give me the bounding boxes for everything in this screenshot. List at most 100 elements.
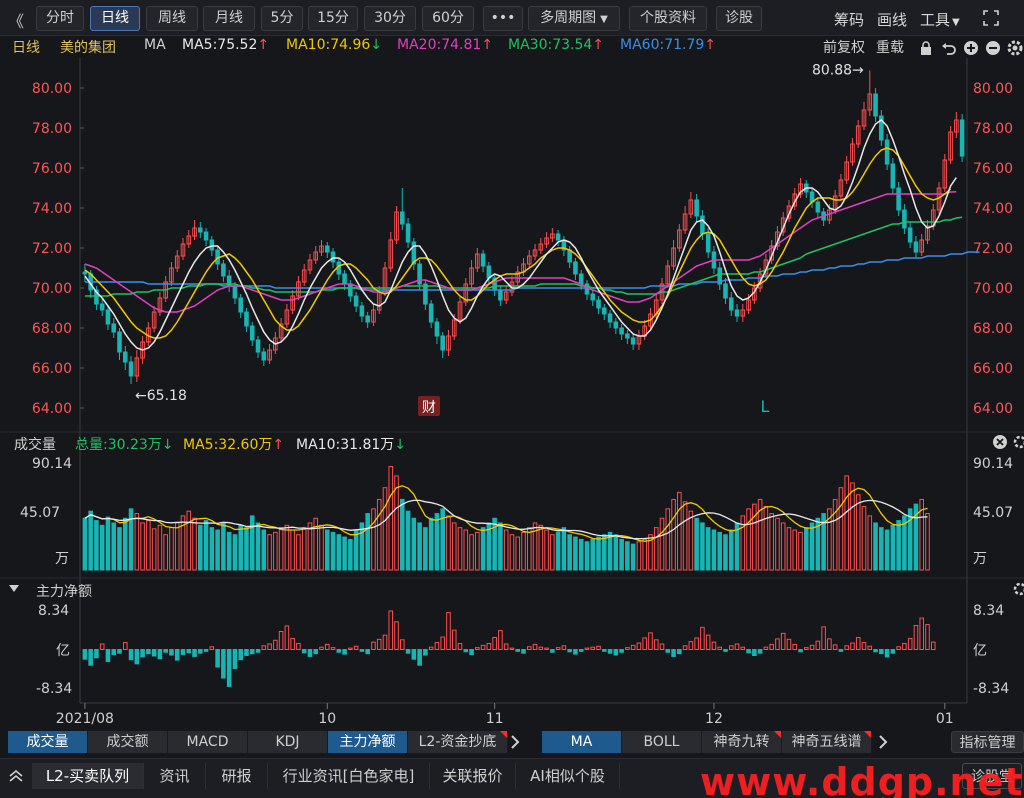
- volume-bar: [88, 510, 93, 571]
- multi-period-dropdown[interactable]: 多周期图 ▼: [528, 6, 620, 31]
- flow-bar: [879, 649, 884, 655]
- indicator-tab-main-flow[interactable]: 主力净额: [328, 731, 408, 753]
- volume-bar: [879, 527, 884, 571]
- period-tab-30min[interactable]: 30分: [364, 6, 416, 31]
- bottom-tab-news[interactable]: 资讯: [144, 763, 206, 789]
- volume-bar: [596, 536, 601, 571]
- bottom-tab-related-quotes[interactable]: 关联报价: [430, 763, 516, 789]
- arrow-up-icon: ↑: [592, 37, 605, 53]
- flow-bar: [526, 646, 532, 651]
- chips-button[interactable]: 筹码: [834, 9, 864, 30]
- settings-icon[interactable]: [1007, 40, 1023, 56]
- indicator-tab-l2-bottom[interactable]: L2-资金抄底: [408, 731, 508, 753]
- period-tab-5min[interactable]: 5分: [261, 6, 303, 31]
- candle-body: [428, 303, 434, 323]
- overlay-tab-nine-turn[interactable]: 神奇九转: [702, 731, 782, 753]
- volume-bar: [342, 536, 347, 571]
- period-tab-weekly[interactable]: 周线: [146, 6, 198, 31]
- undo-icon[interactable]: [941, 40, 957, 56]
- candle-body: [705, 233, 711, 253]
- flow-bar: [919, 617, 925, 651]
- volume-bar: [884, 529, 890, 571]
- flow-bar: [226, 649, 232, 687]
- lock-icon[interactable]: [918, 40, 934, 56]
- price-tick-label-left: 72.00: [32, 241, 72, 257]
- period-tab-monthly[interactable]: 月线: [203, 6, 255, 31]
- flow-bar: [301, 649, 307, 654]
- flow-bar: [682, 645, 688, 650]
- indicator-manage-button[interactable]: 指标管理: [951, 731, 1024, 753]
- bottom-tab-ai-similar[interactable]: AI相似个股: [516, 763, 620, 789]
- indicator-tab-macd[interactable]: MACD: [168, 731, 248, 753]
- price-tick-label-right: 66.00: [973, 361, 1013, 377]
- zoom-in-icon[interactable]: [963, 40, 979, 56]
- ma30-value: MA30:73.54↑: [508, 37, 605, 53]
- flow-bar: [451, 629, 457, 650]
- expand-up-icon[interactable]: [8, 769, 24, 783]
- overlay-button[interactable]: 重载: [876, 37, 904, 57]
- bottom-tab-reports[interactable]: 研报: [206, 763, 268, 789]
- flow-bar: [809, 644, 815, 651]
- more-periods-button[interactable]: •••: [483, 6, 523, 31]
- volume-bar: [855, 494, 861, 571]
- zoom-out-icon[interactable]: [985, 40, 1001, 56]
- volume-bar: [804, 527, 809, 571]
- overlay-tab-ma[interactable]: MA: [542, 731, 622, 753]
- flow-bar: [740, 646, 746, 650]
- volume-bar: [480, 527, 486, 571]
- bottom-tab-l2-queue[interactable]: L2-买卖队列: [32, 763, 144, 789]
- stock-info-button[interactable]: 个股资料: [629, 6, 707, 31]
- overlay-tab-boll[interactable]: BOLL: [622, 731, 702, 753]
- candle-body: [815, 201, 821, 213]
- candle-body: [232, 285, 238, 299]
- candle-body: [498, 289, 503, 301]
- volume-bar: [844, 475, 849, 571]
- flow-bar: [855, 636, 861, 651]
- flow-bar: [330, 647, 336, 651]
- volume-bar: [301, 527, 307, 571]
- indicator-tab-volume[interactable]: 成交量: [8, 731, 88, 753]
- chevron-down-icon[interactable]: [8, 584, 20, 594]
- volume-total: 总量:30.23万↓: [75, 437, 174, 453]
- volume-bar: [428, 517, 434, 571]
- collapse-left-icon[interactable]: 《: [8, 8, 24, 32]
- volume-title: 成交量: [14, 437, 56, 453]
- indicator-tab-kdj[interactable]: KDJ: [248, 731, 328, 753]
- flow-bar: [215, 649, 220, 668]
- flow-bar: [498, 630, 503, 650]
- settings-icon[interactable]: [1013, 435, 1024, 449]
- flow-bar: [775, 638, 780, 651]
- period-tab-daily[interactable]: 日线: [90, 6, 140, 31]
- flow-bar: [555, 647, 561, 651]
- candle-body: [365, 315, 370, 323]
- volume-bar: [198, 524, 203, 571]
- indicator-tab-amount[interactable]: 成交额: [88, 731, 168, 753]
- volume-bar: [463, 529, 469, 571]
- candle-body: [440, 335, 445, 351]
- volume-ma10: MA10:31.81万↓: [296, 437, 407, 453]
- chevron-right-icon[interactable]: [510, 735, 520, 749]
- indicator-name[interactable]: MA: [144, 37, 166, 53]
- flow-bar: [804, 647, 809, 651]
- volume-bar: [567, 534, 572, 571]
- adjust-mode[interactable]: 前复权: [823, 37, 865, 57]
- settings-icon[interactable]: [1013, 582, 1024, 596]
- close-icon[interactable]: [993, 435, 1007, 449]
- chevron-right-icon[interactable]: [878, 735, 888, 749]
- flow-bar: [238, 649, 243, 661]
- chart-area[interactable]: 80.00 80.00 78.00 78.00 76.00 76.00 74.00 74.00…: [0, 58, 1024, 730]
- draw-line-button[interactable]: 画线: [877, 9, 907, 30]
- diagnosis-button[interactable]: 诊股: [716, 6, 762, 31]
- candle-body: [423, 283, 428, 305]
- fullscreen-icon[interactable]: [982, 9, 1000, 27]
- flow-bar: [469, 649, 474, 656]
- candle-body: [596, 299, 601, 309]
- bottom-tab-industry-news[interactable]: 行业资讯[白色家电]: [268, 763, 430, 789]
- period-tab-intraday[interactable]: 分时: [36, 6, 84, 31]
- period-tab-15min[interactable]: 15分: [308, 6, 358, 31]
- period-tab-60min[interactable]: 60分: [422, 6, 474, 31]
- price-tick-label-right: 76.00: [973, 161, 1013, 177]
- overlay-tab-five-lines[interactable]: 神奇五线谱: [782, 731, 872, 753]
- tools-menu[interactable]: 工具 ▼: [920, 9, 960, 30]
- flow-bar: [163, 649, 168, 653]
